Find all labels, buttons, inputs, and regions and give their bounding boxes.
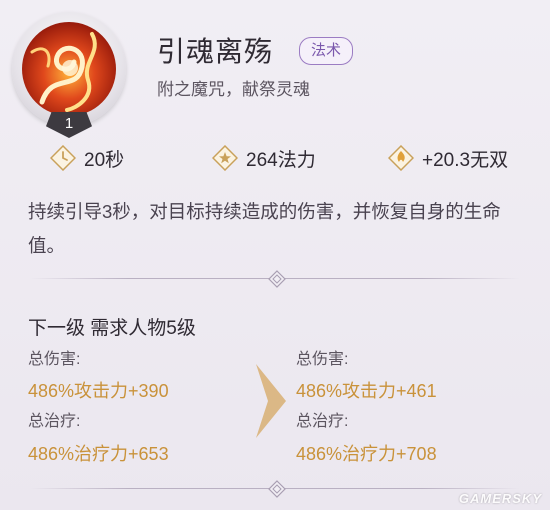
stat-cooldown-text: 20秒 bbox=[84, 149, 125, 171]
clock-icon bbox=[50, 145, 76, 171]
stat-cooldown: 20秒 bbox=[50, 145, 124, 171]
next-level-title: 下一级 需求人物5级 bbox=[28, 318, 196, 339]
skill-description: 持续引导3秒，对目标持续造成的伤害，并恢复自身的生命值。 bbox=[28, 201, 501, 256]
next-heal-label: 总治疗: bbox=[296, 413, 349, 430]
next-damage-label: 总伤害: bbox=[296, 351, 349, 368]
section-divider bbox=[30, 270, 520, 288]
current-damage-value: 486%攻击力+390 bbox=[28, 381, 169, 401]
flame-spiral-icon bbox=[22, 22, 116, 116]
divider-diamond-icon bbox=[268, 270, 286, 288]
star-diamond-icon bbox=[212, 145, 238, 171]
current-heal-value: 486%治疗力+653 bbox=[28, 444, 169, 464]
skill-name: 引魂离殇 bbox=[157, 36, 274, 67]
current-heal-label: 总治疗: bbox=[28, 413, 81, 430]
flame-icon bbox=[388, 145, 414, 171]
skill-subtitle: 附之魔咒，献祭灵魂 bbox=[157, 80, 310, 99]
watermark: GAMERSKY bbox=[458, 491, 542, 506]
current-damage-label: 总伤害: bbox=[28, 351, 81, 368]
skill-tooltip-card: 1 引魂离殇 法术 附之魔咒，献祭灵魂 20秒 264法力 +20.3无双 持续… bbox=[0, 0, 550, 510]
stat-mana-cost: 264法力 bbox=[212, 145, 316, 171]
next-heal-value: 486%治疗力+708 bbox=[296, 444, 437, 464]
skill-icon-frame[interactable]: 1 bbox=[12, 12, 130, 138]
skill-level-badge: 1 bbox=[46, 112, 92, 138]
skill-type-tag: 法术 bbox=[299, 37, 354, 65]
bottom-divider bbox=[30, 480, 520, 498]
stat-mana-cost-text: 264法力 bbox=[246, 149, 316, 171]
stat-bonus: +20.3无双 bbox=[388, 145, 508, 171]
chevron-right-icon bbox=[256, 364, 286, 438]
stat-bonus-text: +20.3无双 bbox=[422, 149, 509, 171]
next-damage-value: 486%攻击力+461 bbox=[296, 381, 437, 401]
divider-diamond-icon bbox=[268, 480, 286, 498]
